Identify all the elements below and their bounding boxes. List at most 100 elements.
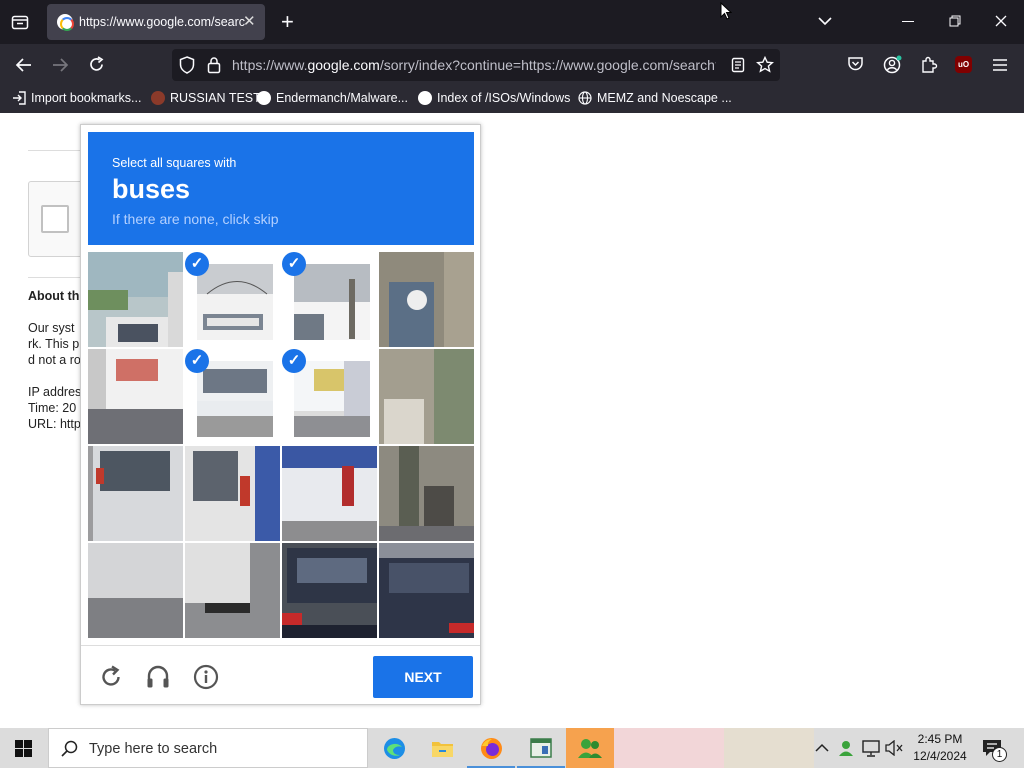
address-bar[interactable]: https://www.google.com/sorry/index?conti… (172, 49, 780, 81)
extensions-icon[interactable] (920, 56, 938, 77)
globe-icon (578, 91, 592, 108)
challenge-footer: NEXT (81, 645, 480, 705)
ip-address: IP addres (28, 385, 82, 399)
account-icon[interactable] (883, 55, 903, 78)
volume-muted-icon[interactable] (885, 739, 903, 759)
recaptcha-challenge: Select all squares with buses If there a… (80, 124, 481, 705)
recaptcha-checkbox-frame (28, 181, 88, 257)
reload-challenge-icon[interactable] (98, 664, 124, 690)
checkmark-icon: ✓ (185, 252, 209, 276)
start-button[interactable] (0, 728, 48, 768)
bookmark-import[interactable]: Import bookmarks... (12, 91, 141, 109)
forward-icon[interactable] (52, 57, 69, 76)
bookmark-label: RUSSIAN TEST (170, 91, 261, 105)
search-placeholder: Type here to search (89, 741, 218, 757)
grid-tile[interactable] (88, 543, 183, 638)
url-domain: google.com (307, 57, 380, 73)
grid-tile[interactable] (282, 446, 377, 541)
notifications-icon[interactable]: 1 (982, 739, 1008, 762)
grid-tile-selected[interactable]: ✓ (185, 349, 280, 444)
grid-tile[interactable] (88, 349, 183, 444)
tab-title: https://www.google.com/search (79, 15, 245, 29)
bookmark-memz[interactable]: MEMZ and Noescape ... (578, 91, 732, 109)
url-prefix: https://www. (232, 57, 308, 73)
pocket-icon[interactable] (847, 56, 864, 75)
list-tabs-icon[interactable] (818, 15, 832, 29)
restore-icon[interactable] (949, 15, 961, 30)
file-explorer-app[interactable] (418, 728, 466, 768)
divider (28, 150, 88, 151)
firefox-app[interactable] (467, 728, 515, 768)
show-hidden-icons[interactable] (815, 742, 829, 756)
firefox-view-icon[interactable] (11, 14, 29, 34)
grid-tile-selected[interactable]: ✓ (282, 349, 377, 444)
lock-icon[interactable] (207, 56, 221, 77)
bookmark-isos[interactable]: Index of /ISOs/Windows (418, 91, 570, 109)
users-app[interactable] (566, 728, 614, 768)
back-icon[interactable] (15, 57, 32, 76)
app-window-preview[interactable] (517, 728, 565, 768)
clock-date: 12/4/2024 (913, 749, 967, 763)
bookmarks-bar: Import bookmarks... RUSSIAN TEST Enderma… (0, 86, 1024, 113)
bookmark-label: Endermanch/Malware... (276, 91, 409, 105)
bookmark-label: Index of /ISOs/Windows (437, 91, 571, 105)
minimize-icon[interactable] (902, 21, 914, 22)
bookmark-star-icon[interactable] (756, 55, 774, 76)
skip-hint: If there are none, click skip (112, 211, 279, 227)
divider (28, 277, 88, 278)
folder-icon (432, 742, 453, 757)
network-icon[interactable] (862, 740, 880, 760)
reload-icon[interactable] (88, 56, 105, 76)
navigation-bar: https://www.google.com/sorry/index?conti… (0, 44, 1024, 86)
next-button[interactable]: NEXT (373, 656, 473, 698)
clock-time: 2:45 PM (917, 732, 963, 746)
new-tab-button[interactable]: + (281, 11, 294, 33)
url-text[interactable]: https://www.google.com/sorry/index?conti… (232, 57, 716, 73)
bookmark-endermanch[interactable]: Endermanch/Malware... (257, 91, 408, 109)
site-icon (151, 91, 165, 105)
grid-tile-selected[interactable]: ✓ (185, 252, 280, 347)
bookmark-label: MEMZ and Noescape ... (597, 91, 732, 105)
grid-tile[interactable] (379, 349, 474, 444)
notification-count-badge: 1 (992, 747, 1007, 762)
firefox-icon (481, 738, 502, 759)
tracking-protection-icon[interactable] (179, 56, 195, 77)
menu-icon[interactable] (993, 59, 1007, 74)
tab-google[interactable]: https://www.google.com/search ✕ (47, 4, 265, 40)
tray-users-icon[interactable] (837, 739, 855, 760)
grid-tile[interactable] (88, 446, 183, 541)
windows-taskbar: Type here to search 2:45 PM 12/4/2024 1 (0, 728, 1024, 768)
image-grid: ✓ ✓ ✓ ✓ (88, 252, 475, 638)
grid-tile[interactable] (379, 252, 474, 347)
mouse-cursor-icon (720, 1, 733, 23)
reader-view-icon[interactable] (731, 57, 745, 76)
recaptcha-checkbox[interactable] (41, 205, 69, 233)
users-icon (578, 739, 602, 758)
grid-tile[interactable] (185, 446, 280, 541)
close-window-icon[interactable] (995, 15, 1007, 30)
grid-tile[interactable] (282, 543, 377, 638)
grid-tile[interactable] (88, 252, 183, 347)
instruction-text: Select all squares with (112, 156, 237, 170)
ublock-origin-icon[interactable]: uO (955, 56, 972, 73)
windows-logo-icon (15, 740, 32, 757)
tab-bar: https://www.google.com/search ✕ + (0, 0, 1024, 44)
info-icon[interactable] (193, 664, 219, 690)
bookmark-russian-test[interactable]: RUSSIAN TEST (151, 91, 261, 109)
grid-tile[interactable] (379, 543, 474, 638)
edge-app[interactable] (370, 728, 418, 768)
audio-challenge-icon[interactable] (145, 664, 171, 690)
google-favicon-icon (57, 14, 74, 31)
checkmark-icon: ✓ (185, 349, 209, 373)
info-line: d not a ro (28, 353, 81, 367)
google-icon (418, 91, 432, 105)
url-line: URL: http (28, 417, 81, 431)
taskbar-search-box[interactable]: Type here to search (48, 728, 368, 768)
grid-tile[interactable] (185, 543, 280, 638)
import-icon (12, 91, 26, 108)
grid-tile-selected[interactable]: ✓ (282, 252, 377, 347)
tab-close-icon[interactable]: ✕ (243, 12, 256, 30)
about-heading: About th (28, 289, 80, 303)
clock[interactable]: 2:45 PM 12/4/2024 (908, 731, 972, 765)
grid-tile[interactable] (379, 446, 474, 541)
